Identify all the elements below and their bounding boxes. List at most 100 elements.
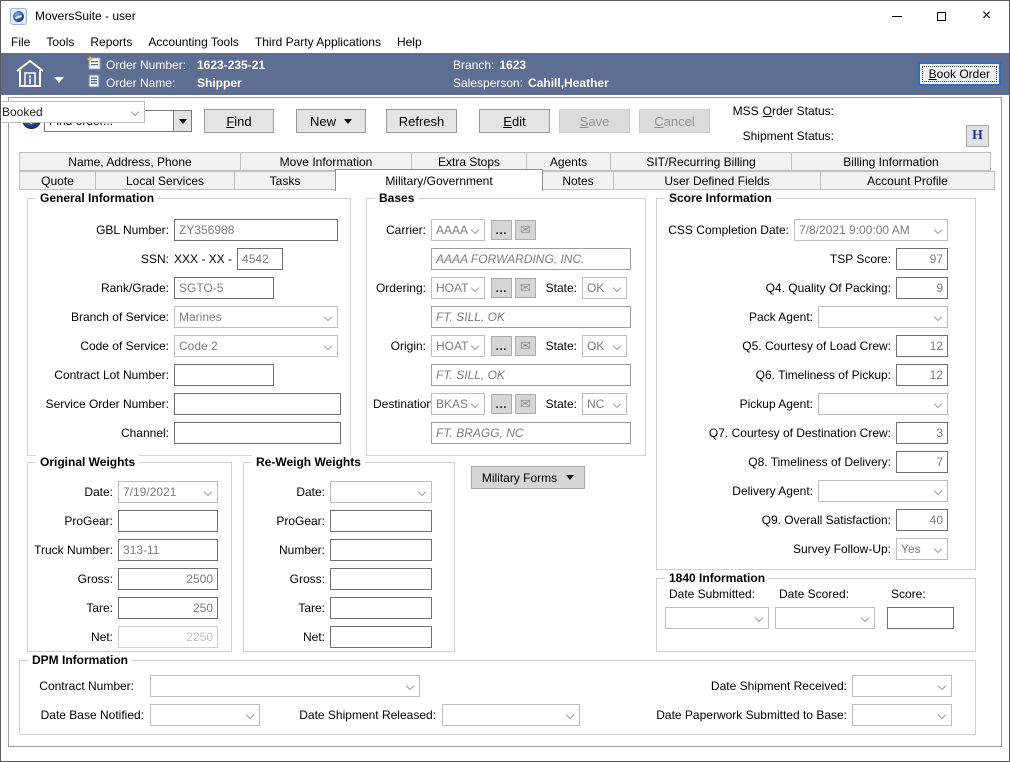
date-scored-combobox[interactable] (775, 607, 875, 629)
q9-overall-satisfaction-label: Q9. Overall Satisfaction: (663, 513, 896, 527)
information-1840-title: 1840 Information (665, 571, 769, 585)
menu-tools[interactable]: Tools (38, 32, 82, 52)
tab-local-services[interactable]: Local Services (95, 171, 235, 190)
origin-email-button[interactable]: ✉ (515, 336, 536, 356)
tab-tasks[interactable]: Tasks (234, 171, 336, 190)
menu-accounting-tools[interactable]: Accounting Tools (140, 32, 247, 52)
pack-agent-combobox[interactable] (818, 306, 948, 328)
reweigh-date-combobox[interactable] (330, 481, 432, 503)
information-1840-group: 1840 Information Date Submitted: Date Sc… (656, 578, 976, 652)
ordering-base-name-field[interactable]: FT. SILL, OK (431, 306, 631, 328)
carrier-lookup-button[interactable]: … (491, 220, 512, 240)
q4-quality-of-packing-field[interactable]: 9 (896, 277, 948, 299)
q6-timeliness-of-pickup-field[interactable]: 12 (896, 364, 948, 386)
carrier-combobox[interactable]: AAAA (431, 219, 485, 241)
ssn-field[interactable]: 4542 (237, 248, 283, 270)
original-progear-field[interactable] (118, 510, 218, 532)
new-button[interactable]: New (296, 109, 366, 133)
date-shipment-received-combobox[interactable] (852, 675, 952, 697)
ordering-email-button[interactable]: ✉ (515, 278, 536, 298)
tsp-score-field[interactable]: 97 (896, 248, 948, 270)
tab-sit-recurring-billing[interactable]: SIT/Recurring Billing (610, 152, 792, 171)
destination-base-combobox[interactable]: BKAS (431, 393, 485, 415)
tab-billing-information[interactable]: Billing Information (791, 152, 991, 171)
pickup-agent-combobox[interactable] (818, 393, 948, 415)
close-button[interactable]: × (964, 1, 1009, 31)
reweigh-number-field[interactable] (330, 539, 432, 561)
ordering-lookup-button[interactable]: … (491, 278, 512, 298)
find-order-dropdown-button[interactable] (173, 111, 191, 131)
reweigh-net-field[interactable] (330, 626, 432, 648)
origin-state-combobox[interactable]: OK (582, 335, 627, 357)
save-button[interactable]: Save (559, 109, 630, 133)
destination-lookup-button[interactable]: … (491, 394, 512, 414)
rank-grade-field[interactable]: SGTO-5 (174, 277, 274, 299)
original-gross-field[interactable]: 2500 (118, 568, 218, 590)
history-button[interactable]: H (966, 125, 989, 147)
tab-notes[interactable]: Notes (542, 171, 614, 190)
branch-of-service-combobox[interactable]: Marines (174, 306, 338, 328)
home-menu-button[interactable] (13, 58, 64, 93)
channel-field[interactable] (174, 422, 341, 444)
chevron-down-icon (324, 342, 332, 350)
envelope-icon: ✉ (520, 338, 531, 354)
original-net-field: 2250 (118, 626, 218, 648)
tab-military-government[interactable]: Military/Government (335, 169, 543, 191)
reweigh-progear-field[interactable] (330, 510, 432, 532)
tab-user-defined-fields[interactable]: User Defined Fields (613, 171, 821, 190)
contract-lot-number-field[interactable] (174, 364, 274, 386)
refresh-button[interactable]: Refresh (386, 109, 457, 133)
reweigh-tare-field[interactable] (330, 597, 432, 619)
original-truck-number-field[interactable]: 313-11 (118, 539, 218, 561)
survey-follow-up-combobox[interactable]: Yes (896, 538, 948, 560)
ordering-state-combobox[interactable]: OK (582, 277, 627, 299)
q8-timeliness-of-delivery-field[interactable]: 7 (896, 451, 948, 473)
ssn-label: SSN: (34, 252, 174, 266)
score-1840-field[interactable] (887, 607, 954, 629)
date-shipment-released-combobox[interactable] (442, 704, 580, 726)
carrier-email-button[interactable]: ✉ (515, 220, 536, 240)
origin-lookup-button[interactable]: … (491, 336, 512, 356)
gbl-number-field[interactable]: ZY356988 (174, 219, 338, 241)
window-controls: × (874, 1, 1009, 31)
contract-number-combobox[interactable] (150, 675, 420, 697)
chevron-down-icon (324, 313, 332, 321)
mss-order-status-combobox[interactable]: Booked (0, 101, 145, 123)
destination-email-button[interactable]: ✉ (515, 394, 536, 414)
tab-quote[interactable]: Quote (19, 171, 96, 190)
delivery-agent-combobox[interactable] (818, 480, 948, 502)
q9-overall-satisfaction-field[interactable]: 40 (896, 509, 948, 531)
chevron-down-icon (613, 400, 621, 408)
carrier-name-field[interactable]: AAAA FORWARDING, INC. (431, 248, 631, 270)
cancel-button[interactable]: Cancel (639, 109, 710, 133)
menu-file[interactable]: File (3, 32, 38, 52)
find-button[interactable]: Find (204, 109, 274, 133)
branch-value: 1623 (499, 58, 526, 72)
menu-third-party-applications[interactable]: Third Party Applications (247, 32, 389, 52)
destination-state-combobox[interactable]: NC (582, 393, 627, 415)
book-order-button[interactable]: Book Order (918, 62, 1001, 86)
css-completion-date-combobox[interactable]: 7/8/2021 9:00:00 AM (794, 219, 948, 241)
service-order-number-field[interactable] (174, 393, 341, 415)
reweigh-gross-field[interactable] (330, 568, 432, 590)
date-submitted-combobox[interactable] (665, 607, 769, 629)
q5-courtesy-of-load-crew-field[interactable]: 12 (896, 335, 948, 357)
code-of-service-combobox[interactable]: Code 2 (174, 335, 338, 357)
menu-help[interactable]: Help (389, 32, 430, 52)
tab-account-profile[interactable]: Account Profile (820, 171, 995, 190)
tab-name-address-phone[interactable]: Name, Address, Phone (19, 152, 241, 171)
destination-base-name-field[interactable]: FT. BRAGG, NC (431, 422, 631, 444)
military-forms-button[interactable]: Military Forms (471, 466, 585, 489)
envelope-icon: ✉ (520, 280, 531, 296)
maximize-button[interactable] (919, 1, 964, 31)
date-paperwork-submitted-combobox[interactable] (852, 704, 952, 726)
minimize-button[interactable] (874, 1, 919, 31)
ordering-base-combobox[interactable]: HOAT (431, 277, 485, 299)
edit-button[interactable]: Edit (479, 109, 550, 133)
original-date-combobox[interactable]: 7/19/2021 (118, 481, 218, 503)
q7-courtesy-of-destination-crew-field[interactable]: 3 (896, 422, 948, 444)
origin-base-combobox[interactable]: HOAT (431, 335, 485, 357)
original-tare-field[interactable]: 250 (118, 597, 218, 619)
origin-base-name-field[interactable]: FT. SILL, OK (431, 364, 631, 386)
menu-reports[interactable]: Reports (82, 32, 140, 52)
